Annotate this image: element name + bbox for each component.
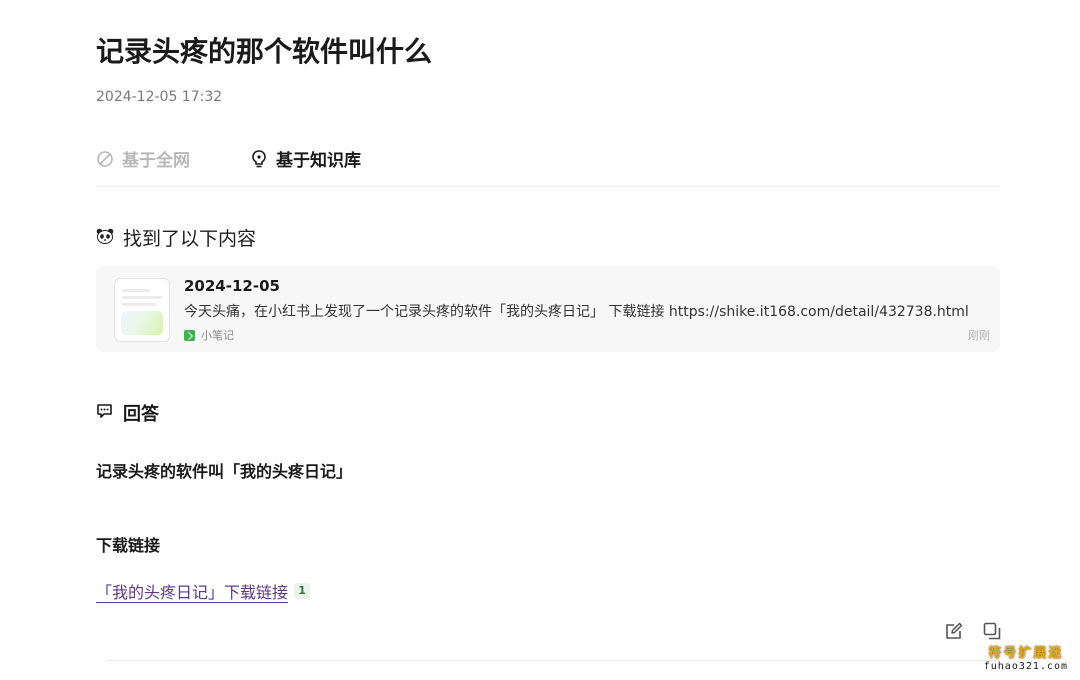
copy-icon[interactable]: [982, 621, 1002, 641]
page-date: 2024-12-05 17:32: [96, 89, 223, 105]
result-snippet: 今天头痛，在小红书上发现了一个记录头疼的软件「我的头疼日记」 下载链接 http…: [184, 304, 969, 320]
tab-knowledge-base-label: 基于知识库: [276, 151, 361, 171]
note-source-icon: [184, 329, 195, 341]
divider: [106, 660, 1000, 661]
watermark-en: fuhao321.com: [983, 661, 1068, 672]
globe-slash-icon: [96, 150, 114, 168]
result-source-label: 小笔记: [201, 329, 234, 342]
answer-line-software: 记录头疼的软件叫「我的头疼日记」: [96, 462, 353, 481]
edit-icon[interactable]: [944, 621, 964, 641]
citation-badge[interactable]: 1: [294, 583, 311, 599]
answer-actions: [944, 621, 1002, 641]
result-time: 刚刚: [968, 329, 990, 342]
answer-line-download: 下载链接: [96, 536, 161, 555]
chat-bubble-icon: [96, 403, 113, 424]
note-thumbnail: [114, 278, 170, 342]
source-tabs: 基于全网 基于知识库: [96, 146, 1000, 187]
found-label: 找到了以下内容: [123, 228, 257, 250]
result-source: 小笔记: [184, 327, 234, 343]
tab-knowledge-base[interactable]: 基于知识库: [250, 146, 361, 171]
watermark-cn: 符号扩展迷: [988, 646, 1064, 661]
page-title: 记录头疼的那个软件叫什么: [96, 35, 433, 68]
found-header: 找到了以下内容: [96, 224, 256, 251]
site-watermark: 符号扩展迷 fuhao321.com: [984, 642, 1068, 672]
panda-icon: [96, 227, 114, 249]
download-link[interactable]: 「我的头疼日记」下载链接: [96, 579, 288, 603]
answer-heading: 回答: [96, 400, 159, 426]
lightbulb-icon: [250, 149, 268, 169]
tab-web[interactable]: 基于全网: [96, 146, 190, 171]
tab-web-label: 基于全网: [122, 151, 190, 171]
download-link-row: 「我的头疼日记」下载链接 1: [96, 579, 311, 603]
result-date: 2024-12-05: [184, 277, 280, 295]
result-card[interactable]: 2024-12-05 今天头痛，在小红书上发现了一个记录头疼的软件「我的头疼日记…: [96, 266, 1000, 352]
content-page: 记录头疼的那个软件叫什么 2024-12-05 17:32 基于全网 基于知识库: [96, 0, 1002, 680]
answer-heading-label: 回答: [123, 404, 159, 425]
